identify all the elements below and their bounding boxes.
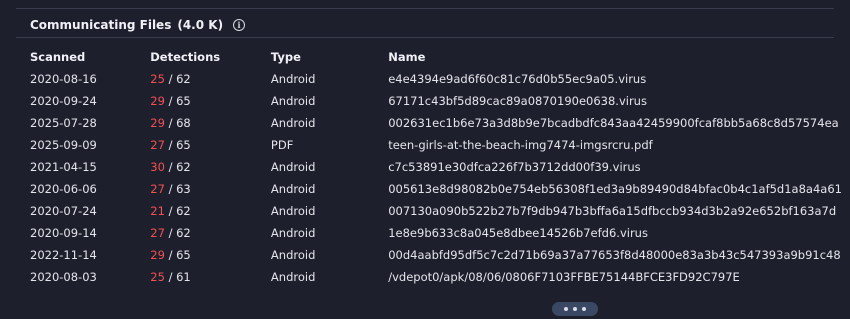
- detections-total-count: / 65: [168, 94, 191, 108]
- communicating-files-table: Scanned Detections Type Name 2020-08-16 2…: [22, 46, 850, 288]
- cell-file-name-link[interactable]: 67171c43bf5d89cac89a0870190e0638.virus: [380, 90, 850, 112]
- cell-scanned-date: 2025-09-09: [30, 138, 97, 152]
- cell-file-type: Android: [270, 204, 316, 218]
- show-more-button[interactable]: [552, 302, 598, 316]
- cell-detections: 25 / 62: [142, 68, 263, 90]
- detections-positive-count: 29: [150, 94, 165, 108]
- detections-positive-count: 29: [150, 248, 165, 262]
- detections-total-count: / 65: [168, 138, 191, 152]
- table-row[interactable]: 2021-04-15 30 / 62 Android c7c53891e30dfca2…: [22, 156, 850, 178]
- cell-file-type: Android: [270, 182, 316, 196]
- detections-total-count: / 62: [168, 226, 191, 240]
- detections-positive-count: 27: [150, 138, 165, 152]
- cell-file-type: Android: [270, 160, 316, 174]
- table-row[interactable]: 2020-08-03 25 / 61 Android/vdepot0/apk/08/…: [22, 266, 850, 288]
- detections-positive-count: 25: [150, 72, 165, 86]
- table-body: 2020-08-16 25 / 62 Android e4e4394e9ad6f60c…: [22, 68, 850, 288]
- more-dot-icon: [564, 307, 568, 311]
- detections-positive-count: 21: [150, 204, 165, 218]
- cell-scanned-date: 2021-04-15: [30, 160, 97, 174]
- detections-total-count: / 62: [168, 72, 191, 86]
- info-icon[interactable]: i: [233, 19, 246, 31]
- detections-positive-count: 29: [150, 116, 165, 130]
- detections-total-count: / 61: [168, 270, 191, 284]
- detections-total-count: / 63: [168, 182, 191, 196]
- column-header-name: Name: [388, 50, 426, 64]
- cell-detections: 29 / 68: [142, 112, 263, 134]
- table-row[interactable]: 2020-08-16 25 / 62 Android e4e4394e9ad6f60c…: [22, 68, 850, 90]
- cell-file-type: Android: [270, 226, 316, 240]
- cell-file-name-link[interactable]: 00d4aabfd95df5c7c2d71b69a37a77653f8d4800…: [380, 244, 850, 266]
- cell-detections: 25 / 61: [142, 266, 263, 288]
- cell-detections: 27 / 62: [142, 222, 263, 244]
- cell-file-name-link[interactable]: 005613e8d98082b0e754eb56308f1ed3a9b89490…: [380, 178, 850, 200]
- detections-positive-count: 25: [150, 270, 165, 284]
- table-row[interactable]: 2020-06-06 27 / 63 Android 005613e8d98082b0…: [22, 178, 850, 200]
- table-row[interactable]: 2022-11-14 29 / 65 Android 00d4aabfd95df5c7…: [22, 244, 850, 266]
- header-divider: [16, 37, 834, 38]
- section-header: Communicating Files (4.0 K) i: [30, 14, 246, 36]
- cell-file-name-link[interactable]: 007130a090b522b27b7f9db947b3bffa6a15dfbc…: [380, 200, 850, 222]
- cell-file-type: Android: [270, 248, 316, 262]
- cell-scanned-date: 2025-07-28: [30, 116, 97, 130]
- detections-total-count: / 68: [168, 116, 191, 130]
- cell-file-name-link[interactable]: c7c53891e30dfca226f7b3712dd00f39.virus: [380, 156, 850, 178]
- cell-detections: 27 / 65: [142, 134, 263, 156]
- detections-positive-count: 27: [150, 182, 165, 196]
- table-row[interactable]: 2020-09-14 27 / 62 Android 1e8e9b633c8a045e…: [22, 222, 850, 244]
- table-row[interactable]: 2025-07-28 29 / 68 Android 002631ec1b6e73a3…: [22, 112, 850, 134]
- cell-file-name-link[interactable]: 1e8e9b633c8a045e8dbee14526b7efd6.virus: [380, 222, 850, 244]
- detections-positive-count: 30: [150, 160, 165, 174]
- cell-file-type: Android: [270, 270, 316, 284]
- cell-detections: 30 / 62: [142, 156, 263, 178]
- top-divider: [16, 8, 834, 9]
- cell-scanned-date: 2020-08-16: [30, 72, 97, 86]
- table-header-row: Scanned Detections Type Name: [22, 46, 850, 68]
- cell-file-type: PDF: [270, 138, 294, 152]
- column-header-type: Type: [270, 50, 301, 64]
- cell-detections: 27 / 63: [142, 178, 263, 200]
- cell-file-name-link[interactable]: teen-girls-at-the-beach-img7474-imgsrcru…: [380, 134, 850, 156]
- cell-scanned-date: 2020-08-03: [30, 270, 97, 284]
- cell-file-name-link[interactable]: e4e4394e9ad6f60c81c76d0b55ec9a05.virus: [380, 68, 850, 90]
- section-count: (4.0 K): [177, 18, 224, 32]
- section-title: Communicating Files: [30, 18, 172, 32]
- cell-file-type: Android: [270, 72, 316, 86]
- table-row[interactable]: 2025-09-09 27 / 65 PDF teen-girls-at-the-be…: [22, 134, 850, 156]
- cell-scanned-date: 2020-09-24: [30, 94, 97, 108]
- more-dot-icon: [573, 307, 577, 311]
- cell-file-name-link[interactable]: 002631ec1b6e73a3d8b9e7bcadbdfc843aa42459…: [380, 112, 850, 134]
- cell-detections: 29 / 65: [142, 90, 263, 112]
- cell-file-type: Android: [270, 116, 316, 130]
- column-header-scanned: Scanned: [30, 50, 86, 64]
- detections-total-count: / 65: [168, 248, 191, 262]
- table-row[interactable]: 2020-09-24 29 / 65 Android 67171c43bf5d89ca…: [22, 90, 850, 112]
- cell-scanned-date: 2022-11-14: [30, 248, 97, 262]
- cell-detections: 21 / 62: [142, 200, 263, 222]
- communicating-files-panel: Communicating Files (4.0 K) i Scanned De…: [0, 0, 850, 319]
- cell-scanned-date: 2020-07-24: [30, 204, 97, 218]
- cell-detections: 29 / 65: [142, 244, 263, 266]
- cell-scanned-date: 2020-06-06: [30, 182, 97, 196]
- detections-total-count: / 62: [168, 160, 191, 174]
- table-row[interactable]: 2020-07-24 21 / 62 Android 007130a090b522b2…: [22, 200, 850, 222]
- detections-total-count: / 62: [168, 204, 191, 218]
- cell-file-type: Android: [270, 94, 316, 108]
- cell-file-name-link[interactable]: /vdepot0/apk/08/06/0806F7103FFBE75144BFC…: [380, 266, 850, 288]
- column-header-detections: Detections: [150, 50, 221, 64]
- detections-positive-count: 27: [150, 226, 165, 240]
- cell-scanned-date: 2020-09-14: [30, 226, 97, 240]
- more-dot-icon: [582, 307, 586, 311]
